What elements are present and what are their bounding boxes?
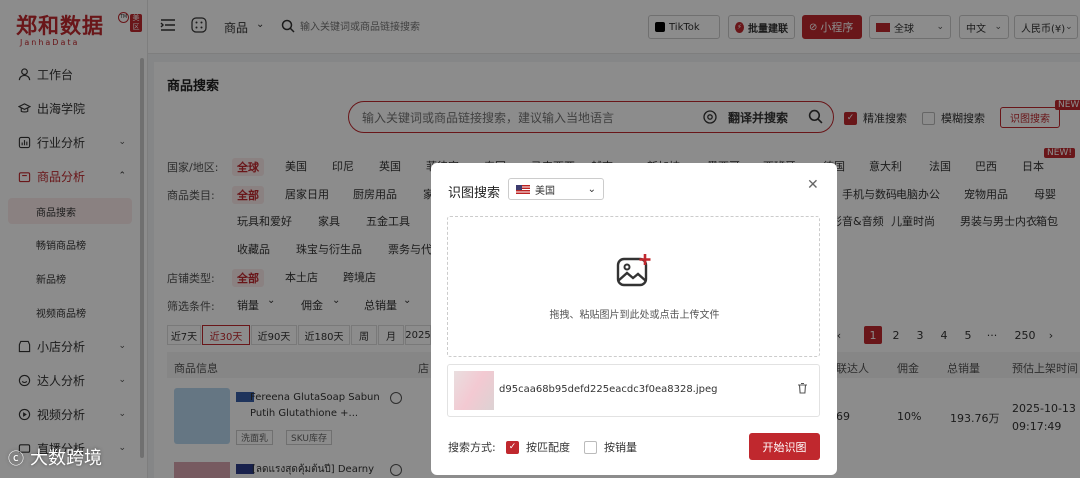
mode-match-label: 按匹配度 (526, 441, 570, 454)
mode-match-checkbox[interactable]: ✓ 按匹配度 (506, 439, 570, 455)
image-add-icon (615, 252, 653, 293)
delete-icon[interactable] (797, 382, 808, 397)
close-icon[interactable]: ✕ (807, 177, 819, 193)
uploaded-file-item: d95caa68b95defd225eacdc3f0ea8328.jpeg (447, 364, 820, 417)
country-select[interactable]: 美国 ⌄ (508, 178, 604, 200)
checkbox-checked-icon: ✓ (506, 440, 519, 454)
start-recognition-button[interactable]: 开始识图 (749, 433, 820, 460)
checkbox-icon (584, 440, 597, 454)
mode-sales-checkbox[interactable]: 按销量 (584, 439, 637, 455)
watermark-text: 大数跨境 (30, 448, 103, 469)
chevron-down-icon: ⌄ (587, 183, 596, 195)
us-flag-icon (516, 184, 530, 194)
file-name: d95caa68b95defd225eacdc3f0ea8328.jpeg (499, 384, 718, 395)
upload-dropzone[interactable]: 拖拽、粘贴图片到此处或点击上传文件 (447, 216, 820, 357)
watermark: ⓒ 大数跨境 (8, 444, 102, 470)
mode-sales-label: 按销量 (604, 441, 637, 454)
watermark-logo-icon: ⓒ (8, 449, 25, 468)
dropzone-hint: 拖拽、粘贴图片到此处或点击上传文件 (549, 310, 720, 321)
country-value: 美国 (535, 185, 555, 197)
dialog-title: 识图搜索 (448, 186, 501, 201)
image-search-dialog: 识图搜索 美国 ⌄ ✕ 拖拽、粘贴图片到此处或点击上传文件 d95caa68b9… (431, 163, 837, 475)
search-mode-label: 搜索方式: (448, 441, 496, 454)
file-thumbnail (454, 371, 494, 410)
